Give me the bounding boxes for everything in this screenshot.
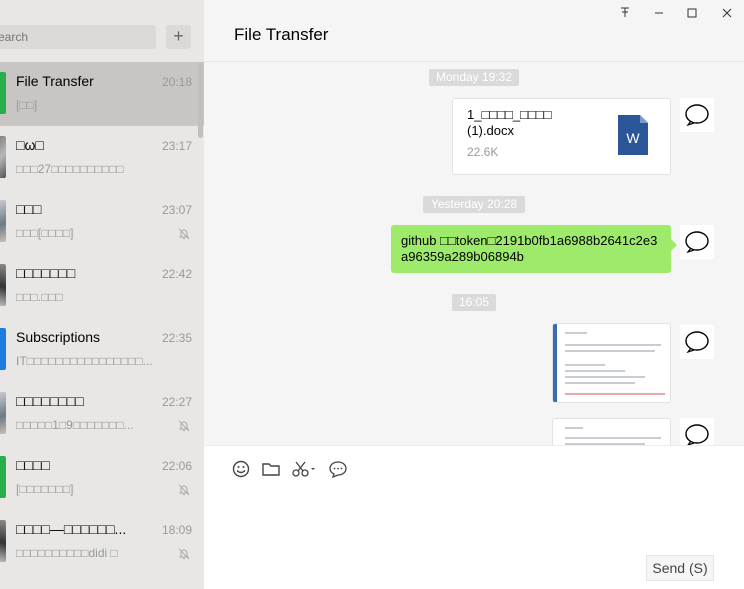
file-size: 22.6K bbox=[467, 145, 499, 159]
chat-time: 22:06 bbox=[161, 459, 192, 473]
chat-time: 23:07 bbox=[161, 203, 192, 217]
maximize-button[interactable] bbox=[683, 6, 701, 22]
minimize-button[interactable] bbox=[650, 6, 668, 22]
chat-time: 22:42 bbox=[161, 267, 192, 281]
search-box[interactable] bbox=[0, 25, 156, 49]
folder-icon[interactable] bbox=[261, 460, 281, 478]
image-line bbox=[565, 376, 645, 378]
avatar bbox=[0, 520, 6, 562]
search-input[interactable] bbox=[0, 25, 156, 49]
send-button[interactable]: Send (S) bbox=[646, 555, 714, 581]
image-line bbox=[565, 350, 655, 352]
image-line bbox=[565, 364, 605, 366]
avatar bbox=[0, 72, 6, 114]
close-button[interactable] bbox=[718, 6, 736, 22]
image-message[interactable] bbox=[552, 418, 671, 445]
chat-preview: □□□27□□□□□□□□□□ bbox=[16, 162, 124, 176]
mute-bell-icon bbox=[178, 484, 190, 496]
chat-list-item[interactable]: Subscriptions 22:35 IT□□□□□□□□□□□□□□□□... bbox=[0, 318, 204, 382]
avatar bbox=[0, 328, 6, 370]
chat-preview: □□□[□□□□] bbox=[16, 226, 74, 240]
message-list[interactable]: Monday 19:32 1_□□□□_□□□□ (1).docx 22.6K … bbox=[204, 62, 744, 445]
timestamp: Monday 19:32 bbox=[429, 69, 519, 86]
sidebar-scrollbar[interactable] bbox=[198, 62, 203, 138]
message-compose-field[interactable] bbox=[228, 492, 718, 548]
chat-list-item[interactable]: □□□□□□□ 22:42 □□□.□□□ bbox=[0, 254, 204, 318]
image-line bbox=[565, 332, 587, 334]
avatar bbox=[0, 136, 6, 178]
file-name: 1_□□□□_□□□□ (1).docx bbox=[467, 107, 552, 138]
chat-list-item[interactable]: □□□ 23:07 □□□[□□□□] bbox=[0, 190, 204, 254]
mute-bell-icon bbox=[178, 548, 190, 560]
image-line bbox=[565, 382, 635, 384]
timestamp: Yesterday 20:28 bbox=[423, 196, 525, 213]
image-line bbox=[565, 344, 661, 346]
chat-preview: IT□□□□□□□□□□□□□□□□... bbox=[16, 354, 153, 368]
chat-name: File Transfer bbox=[16, 73, 94, 89]
chat-list-item[interactable]: File Transfer 20:18 [□□] bbox=[0, 62, 204, 126]
chat-bubble-icon[interactable] bbox=[328, 460, 348, 478]
chat-preview: [□□□□□□□] bbox=[16, 482, 74, 496]
chat-name: □□□ bbox=[16, 201, 42, 217]
avatar[interactable] bbox=[680, 225, 714, 259]
chat-name: Subscriptions bbox=[16, 329, 101, 345]
word-doc-icon: W bbox=[618, 115, 648, 155]
chat-name: □□□□ bbox=[16, 457, 50, 473]
chat-name: □□□□□□□ bbox=[16, 265, 76, 281]
mute-bell-icon bbox=[178, 228, 190, 240]
chat-preview: □□□□□□□□□□didi □ bbox=[16, 546, 118, 560]
chat-time: 22:27 bbox=[161, 395, 192, 409]
chat-header: File Transfer bbox=[204, 0, 744, 62]
chat-list-item[interactable]: □□□□—□□□□□□... 18:09 □□□□□□□□□□didi □ bbox=[0, 510, 204, 574]
chat-preview: [□□] bbox=[16, 98, 38, 112]
image-message[interactable] bbox=[552, 323, 671, 403]
timestamp: 16:05 bbox=[452, 294, 496, 311]
image-line bbox=[565, 427, 583, 429]
chat-panel: File Transfer Monday 19:32 1_□□□□_□□□□ (… bbox=[204, 0, 744, 589]
chat-name: □□□□□□□□ bbox=[16, 393, 84, 409]
avatar[interactable] bbox=[680, 98, 714, 132]
avatar bbox=[0, 392, 6, 434]
emoji-icon[interactable] bbox=[231, 460, 251, 478]
chat-list-item[interactable]: □ω□ 23:17 □□□27□□□□□□□□□□ bbox=[0, 126, 204, 190]
svg-text:W: W bbox=[626, 130, 640, 146]
page-title: File Transfer bbox=[234, 25, 329, 44]
image-line bbox=[565, 393, 665, 395]
chat-time: 20:18 bbox=[161, 75, 192, 89]
avatar bbox=[0, 264, 6, 306]
avatar bbox=[0, 456, 6, 498]
chat-list: File Transfer 20:18 [□□] □ω□ 23:17 □□□27□□□□□… bbox=[0, 62, 204, 574]
chat-name: □ω□ bbox=[16, 137, 44, 153]
image-line bbox=[565, 370, 625, 372]
avatar[interactable] bbox=[680, 325, 714, 359]
chat-name: □□□□—□□□□□□... bbox=[16, 521, 127, 537]
text-message[interactable]: github □□token□2191b0fb1a6988b2641c2e3a9… bbox=[391, 225, 671, 273]
chat-preview: □□□□□1□9□□□□□□□... bbox=[16, 418, 134, 432]
sidebar: + File Transfer 20:18 [□□] □ω□ 23:17 □□□27□□□… bbox=[0, 0, 204, 589]
image-accent-strip bbox=[553, 324, 557, 402]
file-message[interactable]: 1_□□□□_□□□□ (1).docx 22.6K W bbox=[452, 98, 671, 175]
chat-list-item[interactable]: □□□□ 22:06 [□□□□□□□] bbox=[0, 446, 204, 510]
pin-icon[interactable] bbox=[616, 6, 634, 22]
avatar[interactable] bbox=[680, 418, 714, 445]
chat-time: 18:09 bbox=[161, 523, 192, 537]
input-area: Send (S) bbox=[204, 445, 744, 589]
chat-preview: □□□.□□□ bbox=[16, 290, 63, 304]
bubble-tail bbox=[671, 239, 677, 251]
avatar bbox=[0, 200, 6, 242]
add-chat-button[interactable]: + bbox=[166, 25, 191, 49]
chat-time: 22:35 bbox=[161, 331, 192, 345]
image-line bbox=[565, 437, 661, 439]
scissors-icon[interactable] bbox=[291, 460, 317, 478]
chat-list-item[interactable]: □□□□□□□□ 22:27 □□□□□1□9□□□□□□□... bbox=[0, 382, 204, 446]
mute-bell-icon bbox=[178, 420, 190, 432]
chat-time: 23:17 bbox=[161, 139, 192, 153]
